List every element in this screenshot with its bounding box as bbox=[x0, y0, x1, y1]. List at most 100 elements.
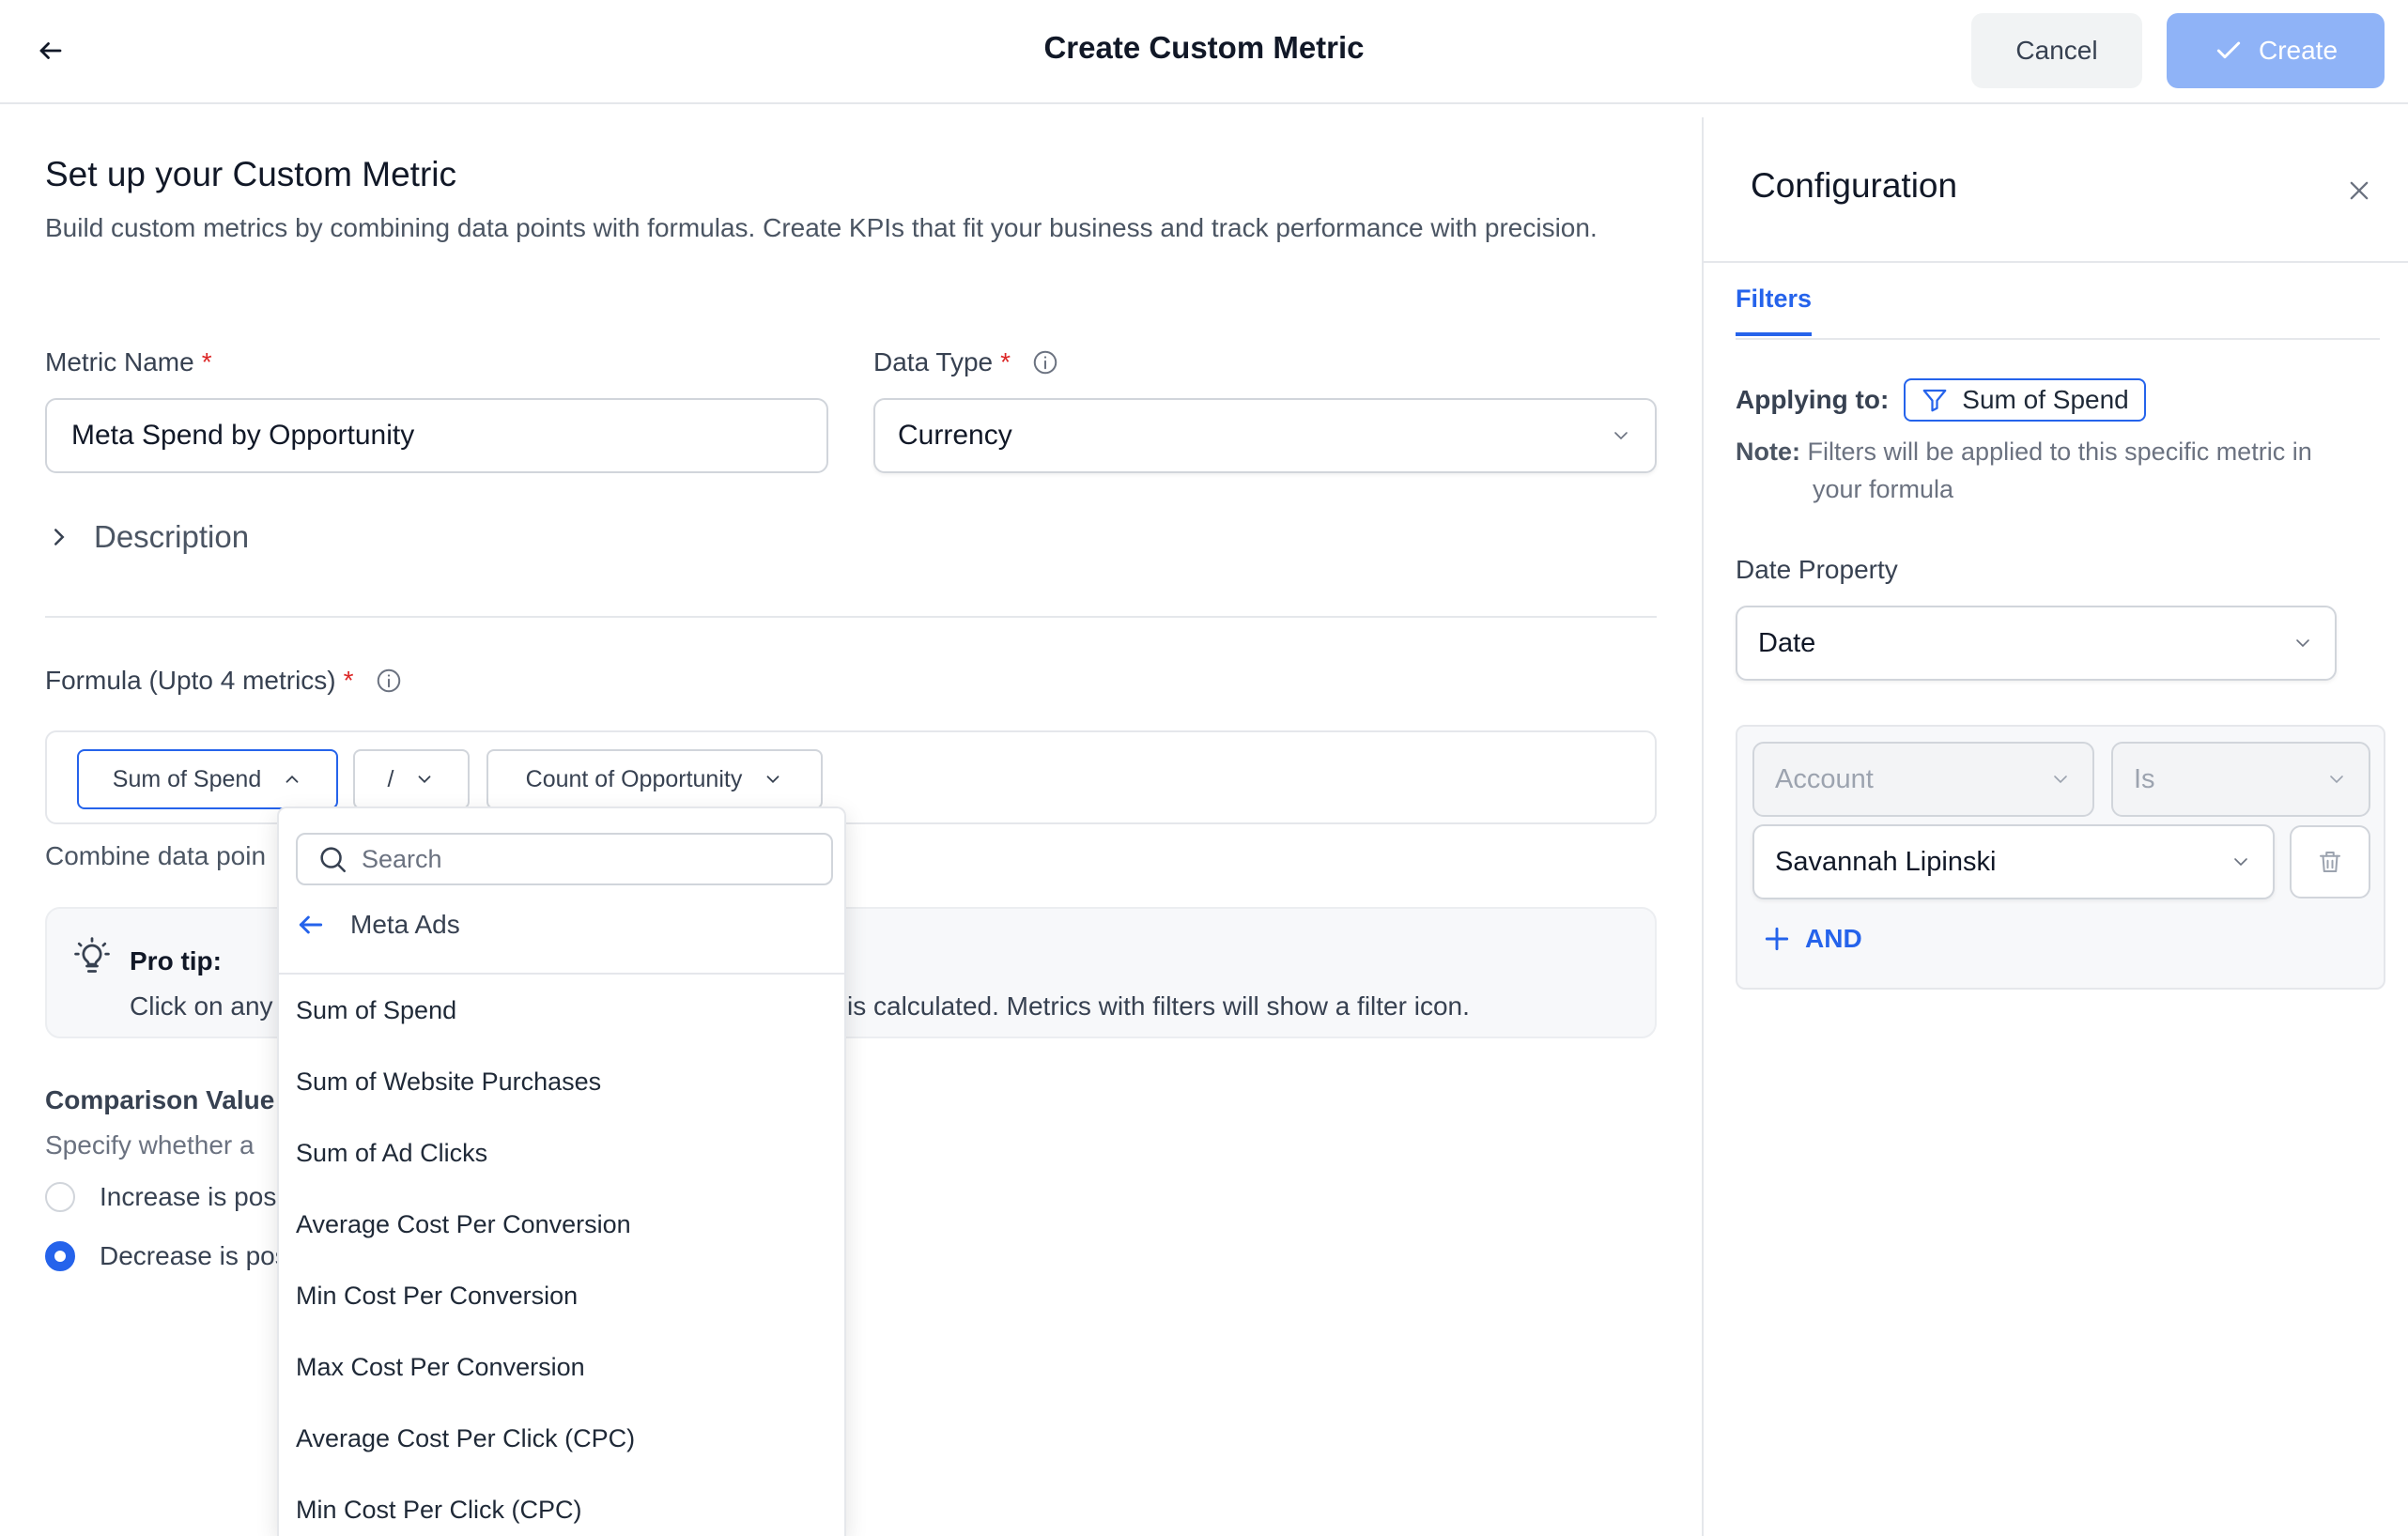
radio-decrease-positive[interactable]: Decrease is pos bbox=[45, 1241, 288, 1271]
date-property-select[interactable]: Date bbox=[1736, 606, 2337, 681]
radio-label: Decrease is pos bbox=[100, 1241, 288, 1270]
dropdown-item-sum-of-spend[interactable]: Sum of Spend bbox=[279, 975, 844, 1046]
data-type-value: Currency bbox=[898, 420, 1012, 451]
applying-to-row: Applying to: Sum of Spend bbox=[1736, 378, 2146, 422]
filter-value: Savannah Lipinski bbox=[1775, 846, 1997, 877]
formula-label: Formula (Upto 4 metrics) * bbox=[45, 666, 403, 696]
pro-tip-text-start: Click on any bbox=[130, 991, 273, 1021]
check-icon bbox=[2216, 41, 2241, 59]
and-label: AND bbox=[1805, 924, 1862, 953]
description-toggle[interactable]: Description bbox=[45, 519, 249, 555]
close-button[interactable] bbox=[2342, 174, 2376, 207]
data-type-select[interactable]: Currency bbox=[873, 398, 1657, 473]
applying-metric-name: Sum of Spend bbox=[1962, 385, 2129, 414]
formula-help-text: Combine data poin bbox=[45, 841, 267, 870]
radio-increase-positive[interactable]: Increase is pos bbox=[45, 1182, 276, 1212]
lightbulb-icon bbox=[74, 937, 110, 973]
tab-filters[interactable]: Filters bbox=[1736, 284, 1813, 336]
search-placeholder: Search bbox=[362, 844, 442, 873]
section-title: Set up your Custom Metric bbox=[45, 155, 456, 193]
formula-label-text: Formula (Upto 4 metrics) bbox=[45, 666, 336, 695]
cancel-button[interactable]: Cancel bbox=[1971, 13, 2142, 88]
dropdown-search-input[interactable]: Search bbox=[296, 833, 833, 885]
pro-tip-text-end: is calculated. Metrics with filters will… bbox=[847, 991, 1470, 1021]
main-content: Set up your Custom Metric Build custom m… bbox=[0, 106, 1702, 1536]
dropdown-item-max-cost-per-conversion[interactable]: Max Cost Per Conversion bbox=[279, 1331, 844, 1403]
dropdown-item-sum-of-website-purchases[interactable]: Sum of Website Purchases bbox=[279, 1046, 844, 1117]
radio-button-selected[interactable] bbox=[45, 1241, 75, 1271]
note-text-line-2: your formula bbox=[1813, 475, 1954, 503]
metric-name-input[interactable]: Meta Spend by Opportunity bbox=[45, 398, 828, 473]
date-property-label: Date Property bbox=[1736, 555, 1898, 584]
trash-icon bbox=[2320, 852, 2340, 872]
info-icon[interactable] bbox=[375, 667, 403, 695]
data-type-label: Data Type * bbox=[873, 347, 1059, 377]
data-type-label-text: Data Type bbox=[873, 347, 994, 376]
metric-name-value: Meta Spend by Opportunity bbox=[71, 420, 415, 451]
section-description: Build custom metrics by combining data p… bbox=[45, 213, 1598, 242]
dropdown-item-average-cost-per-conversion[interactable]: Average Cost Per Conversion bbox=[279, 1189, 844, 1260]
add-and-condition-button[interactable]: AND bbox=[1762, 924, 1862, 954]
formula-operator-chip[interactable]: / bbox=[353, 749, 470, 809]
chevron-down-icon bbox=[2234, 858, 2247, 867]
filter-field-placeholder: Account bbox=[1775, 763, 1874, 794]
dropdown-back-button[interactable]: Meta Ads bbox=[296, 910, 460, 940]
comparison-title: Comparison Value bbox=[45, 1085, 275, 1114]
required-marker: * bbox=[343, 666, 354, 695]
dropdown-item-min-cost-per-conversion[interactable]: Min Cost Per Conversion bbox=[279, 1260, 844, 1331]
metric-name-label-text: Metric Name bbox=[45, 347, 194, 376]
filter-operator-placeholder: Is bbox=[2134, 763, 2155, 794]
filter-operator-select[interactable]: Is bbox=[2111, 742, 2370, 817]
search-icon bbox=[320, 847, 347, 873]
create-button-label: Create bbox=[2258, 36, 2339, 65]
description-label: Description bbox=[94, 519, 250, 554]
note-label: Note: bbox=[1736, 438, 1800, 466]
chip-label: Count of Opportunity bbox=[525, 765, 743, 792]
filter-field-select[interactable]: Account bbox=[1752, 742, 2094, 817]
dropdown-item-sum-of-ad-clicks[interactable]: Sum of Ad Clicks bbox=[279, 1117, 844, 1189]
chevron-down-icon bbox=[766, 776, 780, 784]
chip-label: Sum of Spend bbox=[112, 765, 262, 792]
create-button[interactable]: Create bbox=[2167, 13, 2385, 88]
top-bar: Create Custom Metric Cancel Create bbox=[0, 0, 2408, 104]
chevron-up-icon bbox=[286, 775, 299, 783]
applying-label: Applying to: bbox=[1736, 385, 1890, 414]
chip-label: / bbox=[387, 765, 394, 792]
chevron-down-icon bbox=[2330, 776, 2343, 784]
formula-metric-chip-2[interactable]: Count of Opportunity bbox=[486, 749, 823, 809]
metric-name-label: Metric Name * bbox=[45, 347, 212, 377]
comparison-description: Specify whether a bbox=[45, 1130, 255, 1160]
filter-icon bbox=[1922, 389, 1947, 412]
chevron-down-icon bbox=[2296, 639, 2309, 648]
date-property-value: Date bbox=[1758, 627, 1816, 658]
divider bbox=[1704, 261, 2408, 263]
radio-label: Increase is pos bbox=[100, 1182, 277, 1211]
back-button[interactable] bbox=[28, 28, 73, 73]
applying-metric-tag: Sum of Spend bbox=[1904, 378, 2146, 422]
required-marker: * bbox=[201, 347, 212, 376]
filter-note: Note: Filters will be applied to this sp… bbox=[1736, 433, 2393, 508]
metric-dropdown-menu: Search Meta Ads Sum of Spend Sum of Webs… bbox=[277, 806, 846, 1536]
pro-tip-title: Pro tip: bbox=[130, 946, 222, 975]
filter-value-select[interactable]: Savannah Lipinski bbox=[1752, 824, 2275, 899]
chevron-right-icon bbox=[54, 529, 65, 545]
dropdown-item-min-cpc[interactable]: Min Cost Per Click (CPC) bbox=[279, 1474, 844, 1536]
chevron-down-icon bbox=[1614, 432, 1628, 440]
formula-metric-chip-1[interactable]: Sum of Spend bbox=[77, 749, 338, 809]
arrow-left-icon bbox=[39, 42, 62, 59]
required-marker: * bbox=[1000, 347, 1011, 376]
panel-title: Configuration bbox=[1751, 166, 1958, 205]
configuration-panel: Configuration Filters Applying to: Sum o… bbox=[1702, 117, 2408, 1536]
tab-underline bbox=[1736, 338, 2380, 340]
note-text-line-1: Filters will be applied to this specific… bbox=[1807, 438, 2312, 466]
delete-filter-button[interactable] bbox=[2290, 825, 2370, 899]
close-icon bbox=[2350, 181, 2369, 200]
radio-button[interactable] bbox=[45, 1182, 75, 1212]
chevron-down-icon bbox=[2054, 776, 2067, 784]
dropdown-item-average-cpc[interactable]: Average Cost Per Click (CPC) bbox=[279, 1403, 844, 1474]
dropdown-category-label: Meta Ads bbox=[350, 910, 460, 939]
filter-condition-group: Account Is Savannah Lipinski AND bbox=[1736, 725, 2385, 990]
info-icon[interactable] bbox=[1031, 348, 1059, 376]
dropdown-list: Sum of Spend Sum of Website Purchases Su… bbox=[279, 975, 844, 1536]
chevron-down-icon bbox=[419, 776, 431, 784]
